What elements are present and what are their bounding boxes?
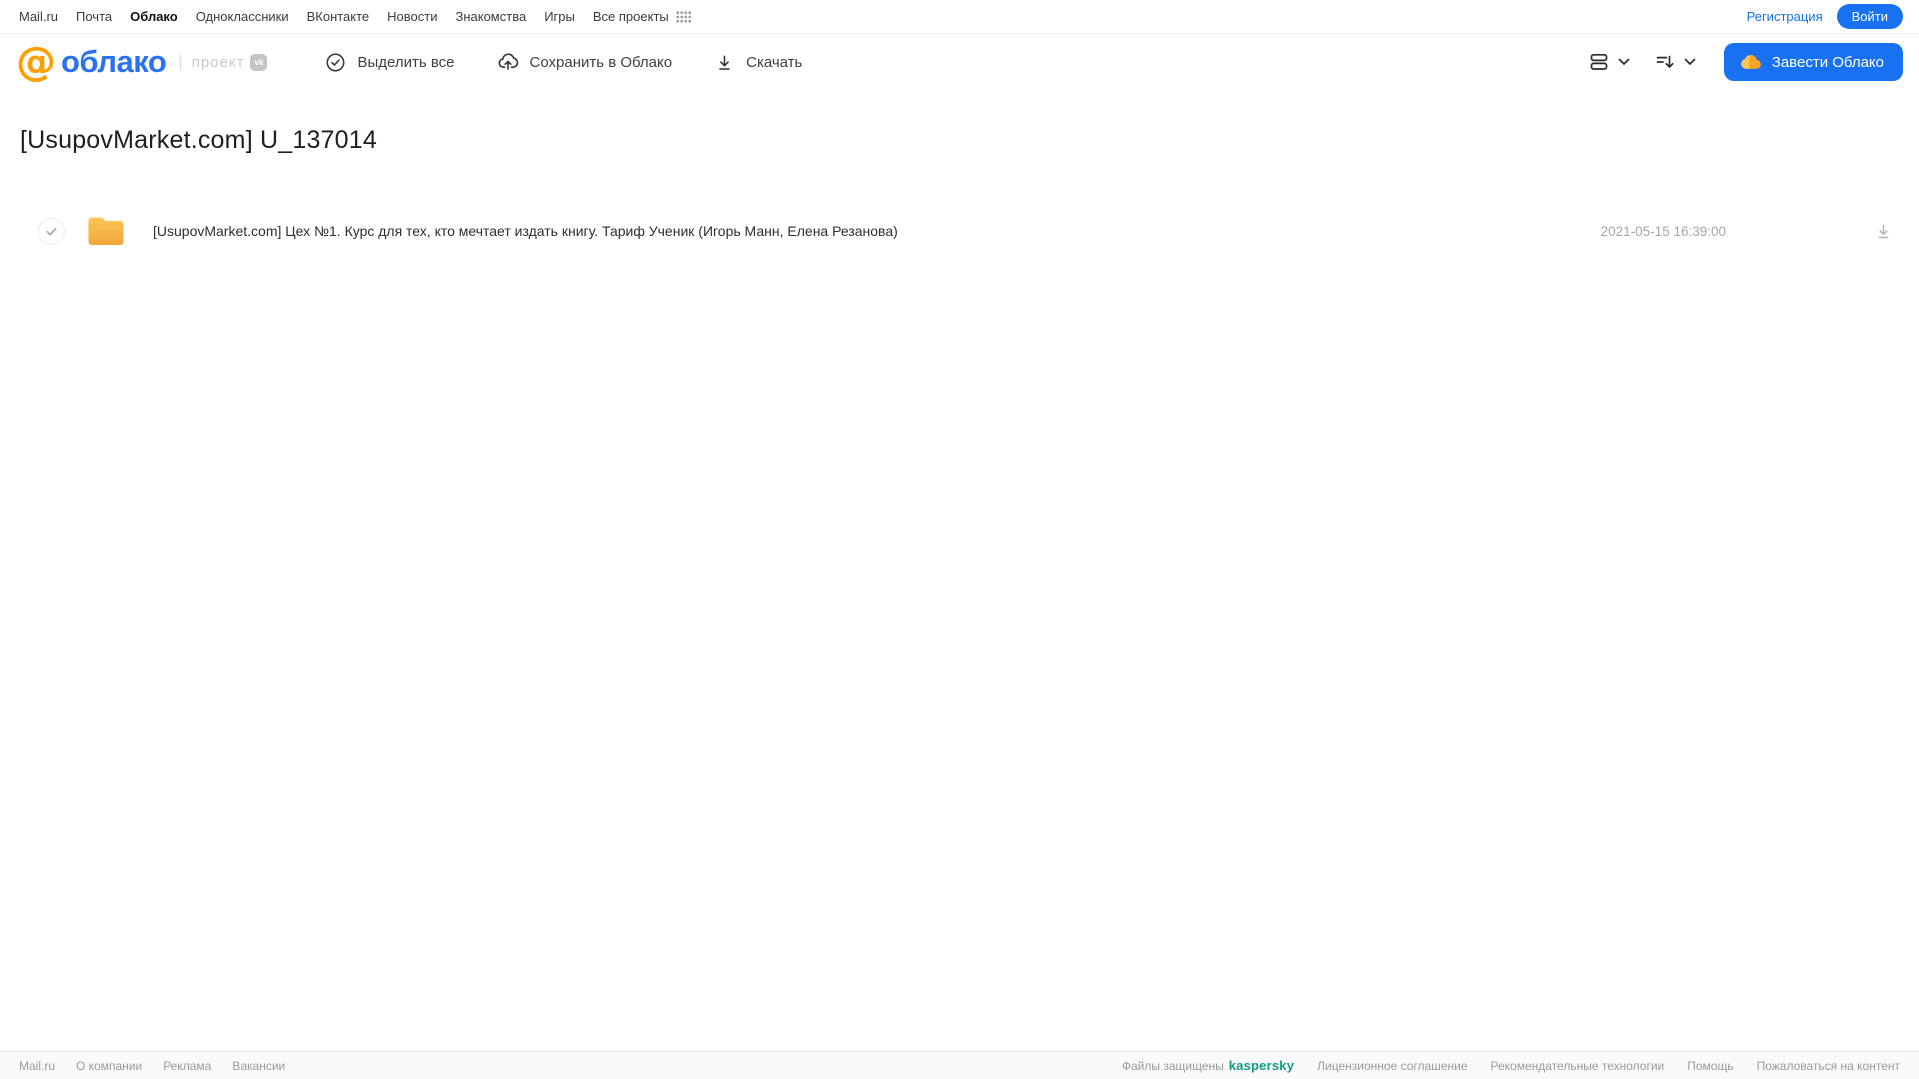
topnav-link-znakomstva[interactable]: Знакомства <box>455 9 526 24</box>
chevron-down-icon <box>1684 58 1696 66</box>
page-footer: Mail.ru О компании Реклама Вакансии Файл… <box>0 1051 1919 1079</box>
folder-icon <box>85 211 127 251</box>
public-folder-content: [UsupovMarket.com] U_137014 [UsupovMarke… <box>0 90 1919 1051</box>
topnav-auth: Регистрация Войти <box>1747 4 1903 29</box>
view-mode-button[interactable] <box>1588 51 1630 73</box>
file-list: [UsupovMarket.com] Цех №1. Курс для тех,… <box>0 205 1919 257</box>
get-cloud-button[interactable]: Завести Облако <box>1723 43 1903 81</box>
header-right-controls: Завести Облако <box>1588 43 1903 81</box>
topnav-link-vse-proekty[interactable]: Все проекты <box>593 9 691 24</box>
topnav-link-label: Все проекты <box>592 9 669 24</box>
footer-link-help[interactable]: Помощь <box>1687 1059 1733 1073</box>
list-view-icon <box>1588 51 1610 73</box>
topnav-link-pochta[interactable]: Почта <box>76 9 112 24</box>
registration-link[interactable]: Регистрация <box>1747 9 1823 24</box>
file-name-link[interactable]: [UsupovMarket.com] Цех №1. Курс для тех,… <box>153 223 898 239</box>
file-row[interactable]: [UsupovMarket.com] Цех №1. Курс для тех,… <box>0 205 1919 257</box>
topnav-link-novosti[interactable]: Новости <box>387 9 437 24</box>
logo-text: облако <box>61 44 167 79</box>
logo-divider: | <box>178 52 183 71</box>
file-date: 2021-05-15 16:39:00 <box>1600 223 1726 239</box>
project-label: проект <box>191 53 245 71</box>
topnav-link-vkontakte[interactable]: ВКонтакте <box>307 9 370 24</box>
footer-right-links: Файлы защищены kaspersky Лицензионное со… <box>1122 1058 1900 1073</box>
sort-icon <box>1654 51 1676 73</box>
save-to-cloud-button[interactable]: Сохранить в Облако <box>497 51 673 73</box>
chevron-down-icon <box>1618 58 1630 66</box>
vk-badge-icon: vk <box>250 53 268 71</box>
footer-link-report-content[interactable]: Пожаловаться на контент <box>1757 1059 1900 1073</box>
portal-links: Mail.ru Почта Облако Одноклассники ВКонт… <box>19 9 691 24</box>
download-icon <box>714 52 735 73</box>
cloud-logo[interactable]: @ облако | проект vk <box>16 39 268 85</box>
cloud-icon <box>1739 51 1762 74</box>
download-icon <box>1874 222 1893 241</box>
kaspersky-logo[interactable]: kaspersky <box>1229 1058 1294 1073</box>
topnav-link-mailru[interactable]: Mail.ru <box>19 9 58 24</box>
download-label: Скачать <box>746 53 803 71</box>
download-button[interactable]: Скачать <box>714 52 802 73</box>
topnav-link-oblako[interactable]: Облако <box>130 9 178 24</box>
footer-left-links: Mail.ru О компании Реклама Вакансии <box>19 1059 285 1073</box>
footer-link-reklama[interactable]: Реклама <box>163 1059 211 1073</box>
row-download-button[interactable] <box>1872 220 1895 243</box>
footer-link-license[interactable]: Лицензионное соглашение <box>1317 1059 1467 1073</box>
login-button[interactable]: Войти <box>1836 4 1903 29</box>
footer-link-vakansii[interactable]: Вакансии <box>232 1059 285 1073</box>
mailru-at-icon: @ <box>16 39 56 85</box>
footer-link-mailru[interactable]: Mail.ru <box>19 1059 55 1073</box>
file-toolbar: Выделить все Сохранить в Облако Скачать <box>325 51 802 73</box>
app-header: @ облако | проект vk Выделить все Сохран… <box>0 34 1919 90</box>
protected-label: Файлы защищены <box>1121 1058 1224 1073</box>
sort-button[interactable] <box>1654 51 1696 73</box>
kaspersky-note: Файлы защищены kaspersky <box>1122 1058 1294 1073</box>
topnav-link-odnoklassniki[interactable]: Одноклассники <box>196 9 289 24</box>
save-to-cloud-label: Сохранить в Облако <box>529 53 673 71</box>
apps-grid-icon <box>676 10 691 23</box>
cloud-upload-icon <box>497 51 519 73</box>
check-circle-icon <box>325 52 346 73</box>
get-cloud-label: Завести Облако <box>1771 53 1884 71</box>
select-all-button[interactable]: Выделить все <box>325 52 455 73</box>
footer-link-recommendations[interactable]: Рекомендательные технологии <box>1491 1059 1665 1073</box>
portal-topnav: Mail.ru Почта Облако Одноклассники ВКонт… <box>0 0 1919 34</box>
page-title: [UsupovMarket.com] U_137014 <box>20 126 377 154</box>
row-checkbox[interactable] <box>38 217 65 245</box>
footer-link-company[interactable]: О компании <box>76 1059 142 1073</box>
topnav-link-igry[interactable]: Игры <box>544 9 575 24</box>
check-icon <box>44 224 59 239</box>
select-all-label: Выделить все <box>357 53 455 71</box>
